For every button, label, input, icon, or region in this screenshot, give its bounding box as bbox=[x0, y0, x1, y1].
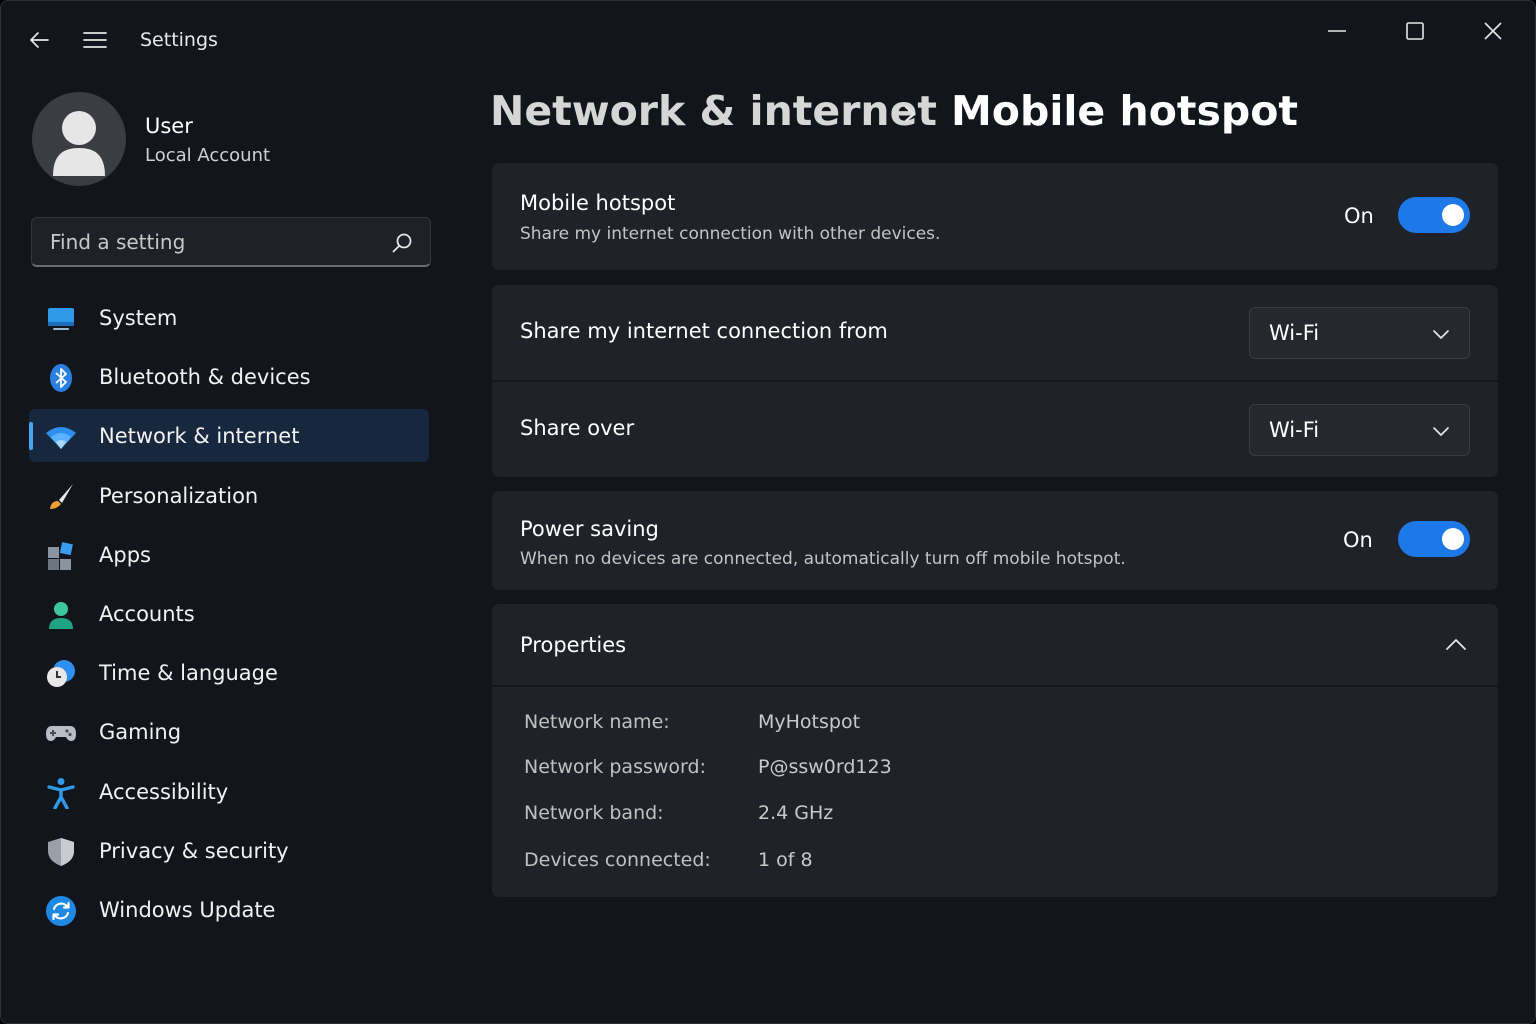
mobile-hotspot-toggle[interactable] bbox=[1398, 197, 1470, 233]
sidebar-item-network[interactable]: Network & internet bbox=[29, 409, 429, 463]
gamepad-icon bbox=[46, 726, 76, 742]
maximize-icon bbox=[1406, 22, 1424, 40]
sidebar-item-label: Accessibility bbox=[99, 779, 229, 804]
toggle-knob bbox=[1442, 528, 1464, 550]
share-from-value: Wi-Fi bbox=[1269, 321, 1320, 345]
person-silhouette-icon bbox=[53, 111, 105, 176]
sidebar-nav: System Bluetooth & devices Network & int… bbox=[29, 291, 429, 942]
chevron-down-icon bbox=[1433, 330, 1449, 339]
sidebar-item-label: Gaming bbox=[99, 720, 182, 745]
share-from-dropdown[interactable]: Wi-Fi bbox=[1249, 307, 1470, 359]
chevron-up-icon[interactable] bbox=[1444, 633, 1468, 657]
chevron-down-icon bbox=[1433, 427, 1449, 436]
sidebar-item-label: Personalization bbox=[99, 483, 259, 508]
sidebar-item-bluetooth[interactable]: Bluetooth & devices bbox=[29, 350, 429, 403]
power-saving-description: When no devices are connected, automatic… bbox=[520, 549, 1126, 569]
sidebar-item-label: Privacy & security bbox=[99, 838, 289, 863]
network-password-value: P@ssw0rd123 bbox=[758, 756, 892, 778]
share-over-value: Wi-Fi bbox=[1269, 418, 1320, 442]
divider bbox=[492, 380, 1498, 382]
sidebar-item-personalization[interactable]: Personalization bbox=[29, 469, 429, 522]
search-input[interactable]: Find a setting bbox=[31, 217, 431, 267]
search-placeholder: Find a setting bbox=[50, 230, 186, 254]
mobile-hotspot-title: Mobile hotspot bbox=[520, 191, 676, 215]
minimize-icon bbox=[1328, 30, 1346, 32]
sidebar-item-accessibility[interactable]: Accessibility bbox=[29, 765, 429, 818]
properties-card: Properties Network name: MyHotspot Netwo… bbox=[492, 604, 1498, 897]
apps-icon bbox=[48, 541, 73, 570]
divider bbox=[492, 685, 1498, 687]
power-saving-state: On bbox=[1343, 528, 1373, 552]
wifi-icon bbox=[46, 427, 76, 450]
share-over-label: Share over bbox=[520, 416, 635, 440]
breadcrumb-parent-link[interactable]: Network & internet bbox=[490, 87, 937, 135]
hamburger-menu-icon[interactable] bbox=[80, 25, 110, 55]
time-language-icon bbox=[47, 660, 75, 688]
power-saving-toggle[interactable] bbox=[1398, 521, 1470, 557]
power-saving-title: Power saving bbox=[520, 517, 659, 541]
sidebar-item-system[interactable]: System bbox=[29, 291, 429, 344]
search-icon[interactable] bbox=[390, 231, 414, 255]
sidebar-item-label: Windows Update bbox=[99, 897, 276, 922]
sidebar-item-label: Apps bbox=[99, 542, 151, 567]
mobile-hotspot-state: On bbox=[1344, 204, 1374, 228]
devices-connected-value: 1 of 8 bbox=[758, 849, 813, 871]
network-password-label: Network password: bbox=[524, 756, 706, 778]
sidebar-item-label: System bbox=[99, 306, 178, 330]
sharing-options-card: Share my internet connection from Wi-Fi … bbox=[492, 285, 1498, 477]
sidebar-item-label: Network & internet bbox=[99, 424, 300, 449]
network-band-value: 2.4 GHz bbox=[758, 802, 834, 824]
network-band-label: Network band: bbox=[524, 802, 664, 824]
accessibility-icon bbox=[47, 777, 75, 809]
sidebar-item-accounts[interactable]: Accounts bbox=[29, 587, 429, 640]
paintbrush-icon bbox=[50, 483, 73, 509]
back-arrow-icon[interactable] bbox=[24, 25, 54, 55]
page-title: Mobile hotspot bbox=[951, 87, 1298, 135]
chevron-right-icon bbox=[904, 105, 916, 123]
shield-icon bbox=[48, 837, 74, 866]
sidebar-item-windows-update[interactable]: Windows Update bbox=[29, 883, 429, 936]
user-name: User bbox=[145, 114, 193, 138]
power-saving-card: Power saving When no devices are connect… bbox=[492, 491, 1498, 590]
devices-connected-label: Devices connected: bbox=[524, 849, 711, 871]
share-over-dropdown[interactable]: Wi-Fi bbox=[1249, 404, 1470, 456]
network-name-value: MyHotspot bbox=[758, 711, 861, 733]
sidebar-item-label: Bluetooth & devices bbox=[99, 365, 311, 390]
network-name-label: Network name: bbox=[524, 711, 670, 733]
share-from-label: Share my internet connection from bbox=[520, 319, 888, 343]
close-icon bbox=[1484, 22, 1502, 40]
close-button[interactable] bbox=[1463, 13, 1523, 49]
mobile-hotspot-card: Mobile hotspot Share my internet connect… bbox=[492, 163, 1498, 270]
title-bar: Settings bbox=[1, 1, 1535, 79]
properties-title: Properties bbox=[520, 633, 627, 657]
sidebar-item-privacy-security[interactable]: Privacy & security bbox=[29, 824, 429, 877]
minimize-button[interactable] bbox=[1307, 13, 1367, 49]
sidebar-item-gaming[interactable]: Gaming bbox=[29, 705, 429, 758]
sidebar-item-apps[interactable]: Apps bbox=[29, 528, 429, 581]
accounts-icon bbox=[49, 601, 73, 629]
settings-window: Settings User Local Account Find a setti… bbox=[0, 0, 1536, 1024]
sidebar-item-time-language[interactable]: Time & language bbox=[29, 646, 429, 699]
toggle-knob bbox=[1442, 204, 1464, 226]
maximize-button[interactable] bbox=[1385, 13, 1445, 49]
avatar[interactable] bbox=[32, 92, 126, 186]
sidebar-item-label: Accounts bbox=[99, 601, 195, 626]
app-title: Settings bbox=[140, 29, 218, 51]
system-icon bbox=[48, 308, 74, 330]
user-account-type: Local Account bbox=[145, 145, 271, 166]
update-icon bbox=[46, 895, 76, 926]
sidebar-item-label: Time & language bbox=[99, 661, 278, 686]
bluetooth-icon bbox=[50, 364, 72, 393]
properties-header[interactable]: Properties bbox=[492, 604, 1498, 685]
mobile-hotspot-description: Share my internet connection with other … bbox=[520, 224, 941, 244]
